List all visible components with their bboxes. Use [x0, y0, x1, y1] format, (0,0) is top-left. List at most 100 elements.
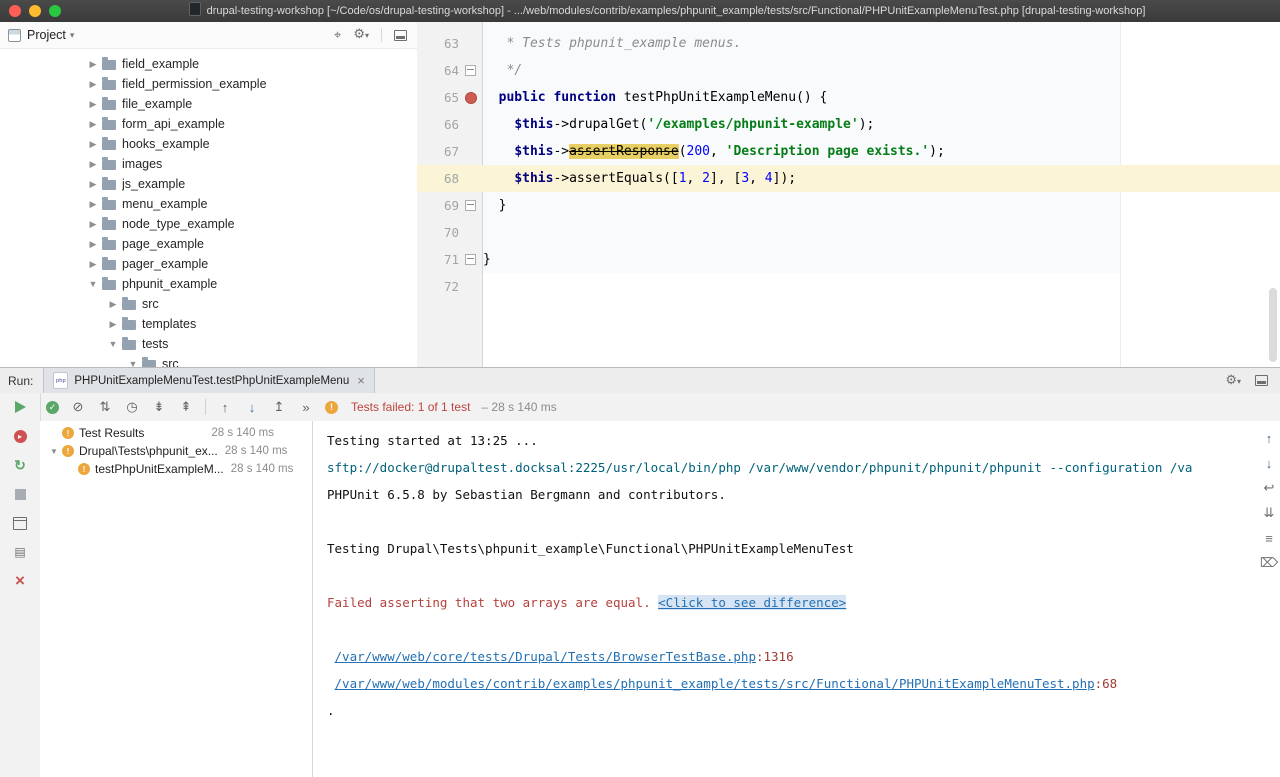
- minimize-window-button[interactable]: [29, 5, 41, 17]
- fold-icon[interactable]: [465, 254, 476, 265]
- project-tree-item[interactable]: ▶src: [0, 294, 417, 314]
- code-line[interactable]: 67 $this->assertResponse(200, 'Descripti…: [417, 138, 1280, 165]
- project-tree-item[interactable]: ▶form_api_example: [0, 114, 417, 134]
- sort-alphabetically-button[interactable]: ⇅: [97, 399, 113, 415]
- folder-icon: [102, 100, 116, 110]
- test-tree-item[interactable]: ▼!Drupal\Tests\phpunit_ex...28 s 140 ms: [40, 442, 312, 460]
- gear-icon[interactable]: ⚙▾: [353, 27, 369, 43]
- chevron-right-icon[interactable]: ▶: [86, 139, 100, 150]
- more-actions-icon[interactable]: »: [298, 400, 314, 415]
- chevron-down-icon[interactable]: ▾: [70, 30, 75, 41]
- toggle-auto-test-button[interactable]: ↻: [11, 456, 29, 474]
- code-token: */: [483, 63, 522, 78]
- chevron-right-icon[interactable]: ▶: [106, 299, 120, 310]
- test-history-button[interactable]: ↥: [271, 399, 287, 415]
- restore-layout-button[interactable]: [11, 514, 29, 532]
- chevron-right-icon[interactable]: ▶: [86, 99, 100, 110]
- run-config-tab[interactable]: php PHPUnitExampleMenuTest.testPhpUnitEx…: [43, 368, 374, 393]
- gutter-icons: [459, 200, 482, 211]
- fold-icon[interactable]: [465, 65, 476, 76]
- code-line[interactable]: 66 $this->drupalGet('/examples/phpunit-e…: [417, 111, 1280, 138]
- rerun-failed-tests-button[interactable]: ▸: [11, 427, 29, 445]
- stop-button[interactable]: [11, 485, 29, 503]
- chevron-down-icon[interactable]: ▼: [46, 447, 62, 456]
- folder-icon: [102, 280, 116, 290]
- clear-all-button[interactable]: ⌦: [1261, 555, 1277, 571]
- console-link[interactable]: <Click to see difference>: [658, 595, 846, 610]
- code-line[interactable]: 68 $this->assertEquals([1, 2], [3, 4]);: [417, 165, 1280, 192]
- chevron-right-icon[interactable]: ▶: [86, 219, 100, 230]
- test-tree-item[interactable]: !testPhpUnitExampleM...28 s 140 ms: [40, 460, 312, 478]
- project-tree-item[interactable]: ▼src: [0, 354, 417, 367]
- failed-test-gutter-icon[interactable]: [465, 92, 477, 104]
- project-tree-item[interactable]: ▶field_example: [0, 54, 417, 74]
- code-line[interactable]: 71}: [417, 246, 1280, 273]
- show-ignored-button[interactable]: ⊘: [70, 399, 86, 415]
- editor-scrollbar[interactable]: [1269, 288, 1277, 362]
- test-tree-item[interactable]: !Test Results28 s 140 ms: [40, 424, 312, 442]
- project-tree-item[interactable]: ▶templates: [0, 314, 417, 334]
- next-failed-test-button[interactable]: ↓: [244, 400, 260, 415]
- chevron-right-icon[interactable]: ▶: [86, 119, 100, 130]
- project-tree-item[interactable]: ▶file_example: [0, 94, 417, 114]
- chevron-right-icon[interactable]: ▶: [86, 79, 100, 90]
- project-tree-item[interactable]: ▶field_permission_example: [0, 74, 417, 94]
- chevron-right-icon[interactable]: ▶: [86, 159, 100, 170]
- code-line[interactable]: 64 */: [417, 57, 1280, 84]
- zoom-window-button[interactable]: [49, 5, 61, 17]
- code-line[interactable]: 72: [417, 273, 1280, 300]
- code-line[interactable]: 69 }: [417, 192, 1280, 219]
- play-icon: [15, 401, 26, 413]
- show-passed-button[interactable]: ✓: [46, 401, 59, 414]
- fold-icon[interactable]: [465, 200, 476, 211]
- collapse-all-button[interactable]: ⇞: [178, 399, 194, 415]
- code-line[interactable]: 65 public function testPhpUnitExampleMen…: [417, 84, 1280, 111]
- code-editor[interactable]: 63 * Tests phpunit_example menus.64 */65…: [417, 22, 1280, 367]
- down-stack-trace-button[interactable]: ↓: [1261, 455, 1277, 471]
- chevron-right-icon[interactable]: ▶: [86, 259, 100, 270]
- php-file-icon: php: [53, 372, 68, 389]
- hide-panel-icon[interactable]: [394, 30, 407, 41]
- chevron-right-icon[interactable]: ▶: [86, 59, 100, 70]
- hide-panel-icon[interactable]: [1255, 375, 1268, 386]
- project-tree-item[interactable]: ▶js_example: [0, 174, 417, 194]
- project-tree-item[interactable]: ▶node_type_example: [0, 214, 417, 234]
- chevron-down-icon[interactable]: ▼: [106, 339, 120, 349]
- project-tree-item[interactable]: ▶images: [0, 154, 417, 174]
- project-tree-item[interactable]: ▼tests: [0, 334, 417, 354]
- code-line[interactable]: 70: [417, 219, 1280, 246]
- test-console-output[interactable]: Testing started at 13:25 ...sftp://docke…: [313, 421, 1280, 777]
- line-number: 64: [417, 63, 459, 78]
- chevron-down-icon[interactable]: ▼: [86, 279, 100, 289]
- previous-failed-test-button[interactable]: ↑: [217, 400, 233, 415]
- chevron-right-icon[interactable]: ▶: [86, 199, 100, 210]
- project-tree-item[interactable]: ▼phpunit_example: [0, 274, 417, 294]
- project-tree-item[interactable]: ▶hooks_example: [0, 134, 417, 154]
- project-tree-item[interactable]: ▶menu_example: [0, 194, 417, 214]
- select-opened-file-icon[interactable]: ⌖: [334, 28, 341, 42]
- project-tree-item[interactable]: ▶page_example: [0, 234, 417, 254]
- code-token: $this: [514, 117, 553, 132]
- chevron-right-icon[interactable]: ▶: [86, 239, 100, 250]
- chevron-right-icon[interactable]: ▶: [106, 319, 120, 330]
- dock-button[interactable]: ▤: [11, 543, 29, 561]
- expand-all-button[interactable]: ⇟: [151, 399, 167, 415]
- close-tab-icon[interactable]: ×: [357, 373, 365, 388]
- soft-wrap-button[interactable]: ↩: [1261, 480, 1277, 496]
- chevron-right-icon[interactable]: ▶: [86, 179, 100, 190]
- close-window-button[interactable]: [9, 5, 21, 17]
- project-panel-title[interactable]: Project: [27, 28, 66, 42]
- rerun-button[interactable]: [11, 398, 29, 416]
- gear-icon[interactable]: ⚙▾: [1225, 373, 1241, 389]
- print-button[interactable]: ≡: [1261, 530, 1277, 546]
- console-link[interactable]: /var/www/web/modules/contrib/examples/ph…: [335, 676, 1095, 691]
- sort-by-duration-button[interactable]: ◷: [124, 399, 140, 415]
- up-stack-trace-button[interactable]: ↑: [1261, 430, 1277, 446]
- code-line[interactable]: 63 * Tests phpunit_example menus.: [417, 30, 1280, 57]
- project-tree-item[interactable]: ▶pager_example: [0, 254, 417, 274]
- chevron-down-icon[interactable]: ▼: [126, 359, 140, 367]
- console-link[interactable]: /var/www/web/core/tests/Drupal/Tests/Bro…: [335, 649, 756, 664]
- scroll-to-end-button[interactable]: ⇊: [1261, 505, 1277, 521]
- close-button[interactable]: ×: [11, 572, 29, 590]
- code-token: 2: [702, 171, 710, 186]
